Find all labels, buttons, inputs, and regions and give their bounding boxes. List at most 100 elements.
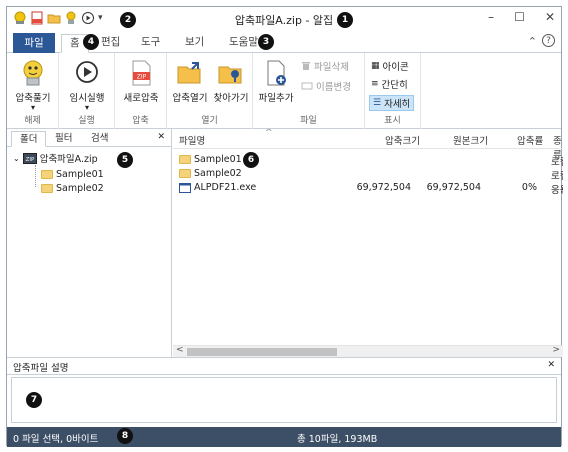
file-list-header: 파일명 ^ 압축크기 원본크기 압축률 종류: [173, 129, 563, 161]
grid-icon: ▦: [371, 61, 380, 71]
tab-tools[interactable]: 도구: [133, 34, 168, 53]
tree-label-root: 압축파일A.zip: [39, 154, 98, 165]
marker-4: 4: [83, 34, 99, 50]
extract-dropdown-icon[interactable]: ▾: [11, 104, 55, 112]
group-name-compress: 압축: [132, 116, 149, 126]
rename-icon: [301, 82, 313, 90]
tree-item-sample01[interactable]: Sample01: [41, 167, 104, 181]
tab-folder[interactable]: 폴더: [11, 131, 47, 147]
file-type: 로컬: [551, 171, 563, 182]
add-file-button[interactable]: 파일추가: [255, 59, 297, 104]
tab-view[interactable]: 보기: [177, 34, 212, 53]
scrollbar-thumb[interactable]: [187, 348, 337, 356]
file-original-size: 69,972,504: [426, 182, 481, 193]
maximize-button[interactable]: ☐: [514, 10, 525, 24]
tab-search[interactable]: 검색: [83, 131, 116, 147]
delete-file-label: 파일삭제: [314, 62, 349, 73]
marker-7: 7: [26, 392, 42, 408]
app-window: ▾ 압축파일A.zip - 알집 – ☐ ✕ 파일 홈 편집 도구 보기 도움말…: [6, 6, 563, 447]
group-name-view: 표시: [384, 116, 401, 126]
tab-filter[interactable]: 필터: [47, 131, 80, 147]
play-big-icon: [73, 59, 101, 87]
ribbon-group-file: 파일추가 파일삭제 이름변경 파일: [253, 53, 365, 129]
group-name-file: 파일: [300, 116, 317, 126]
scroll-right-arrow[interactable]: >: [552, 345, 560, 355]
column-header-original[interactable]: 원본크기: [453, 133, 488, 147]
folder-icon: [179, 155, 191, 164]
group-name-open: 열기: [201, 116, 218, 126]
tree-item-sample02[interactable]: Sample02: [41, 181, 104, 195]
ribbon-group-view: ▦ 아이콘 ≡ 간단히 ☰ 자세히 표시: [365, 53, 421, 129]
status-total: 총 10파일, 193MB: [297, 434, 378, 445]
list-icon: ≡: [371, 79, 379, 89]
folder-icon: [41, 183, 53, 193]
marker-1: 1: [337, 12, 353, 28]
file-row[interactable]: Sample01 로컬: [173, 153, 563, 168]
help-icon[interactable]: ?: [542, 34, 555, 47]
minimize-button[interactable]: –: [488, 10, 494, 24]
simple-view-label: 간단히: [381, 80, 408, 91]
marker-8: 8: [117, 428, 133, 444]
left-panel-tabs: 폴더 필터 검색 ✕: [7, 129, 171, 147]
description-header: 압축파일 설명 ✕: [7, 357, 561, 375]
extract-label: 압축풀기: [15, 93, 51, 104]
add-file-big-icon: [262, 59, 290, 87]
description-close-icon[interactable]: ✕: [547, 360, 555, 370]
new-compress-button[interactable]: ZIP 새로압축: [119, 59, 163, 104]
go-to-location-big-icon: [217, 59, 245, 87]
file-ratio: 0%: [521, 182, 537, 193]
zip-archive-icon: ZIP: [22, 152, 37, 164]
folder-icon: [41, 169, 53, 179]
horizontal-scrollbar[interactable]: < >: [173, 345, 563, 357]
folder-icon: [179, 169, 191, 178]
description-textarea[interactable]: [11, 377, 557, 423]
exe-icon: [179, 182, 191, 193]
simple-view-button[interactable]: ≡ 간단히: [371, 77, 408, 91]
left-panel-close-icon[interactable]: ✕: [157, 132, 165, 142]
marker-5: 5: [117, 152, 133, 168]
zip-icon-text: ZIP: [137, 74, 147, 81]
close-button[interactable]: ✕: [545, 10, 555, 24]
file-name: Sample02: [194, 168, 242, 179]
expand-chevron-icon[interactable]: ⌄: [13, 154, 20, 163]
file-row[interactable]: Sample02 로컬: [173, 167, 563, 182]
detail-view-button[interactable]: ☰ 자세히: [369, 95, 415, 111]
add-file-label: 파일추가: [258, 93, 294, 104]
rename-button[interactable]: 이름변경: [301, 79, 351, 93]
column-header-name[interactable]: 파일명: [179, 133, 205, 147]
temp-run-dropdown-icon[interactable]: ▾: [63, 104, 111, 112]
ribbon-group-open: 압축열기 찾아가기 열기: [167, 53, 253, 129]
extract-button[interactable]: 압축풀기 ▾: [11, 59, 55, 112]
column-header-packed[interactable]: 압축크기: [385, 133, 420, 147]
title-bar: ▾ 압축파일A.zip - 알집 – ☐ ✕: [7, 7, 561, 31]
description-title: 압축파일 설명: [13, 363, 69, 374]
tree-guide-line: [35, 165, 36, 187]
open-archive-button[interactable]: 압축열기: [169, 59, 211, 104]
ribbon-group-release: 압축풀기 ▾ 해제: [7, 53, 59, 129]
open-archive-big-icon: [176, 59, 204, 87]
sort-ascending-icon: ^: [265, 129, 273, 138]
file-name: Sample01: [194, 154, 242, 165]
group-name-run: 실행: [78, 116, 95, 126]
details-icon: ☰: [373, 98, 382, 108]
detail-view-label: 자세히: [384, 99, 411, 110]
column-header-ratio[interactable]: 압축률: [517, 133, 543, 147]
delete-file-button[interactable]: 파일삭제: [301, 59, 349, 73]
extract-big-icon: [19, 59, 47, 87]
file-name: ALPDF21.exe: [194, 182, 257, 193]
collapse-ribbon-icon[interactable]: ⌃: [528, 35, 537, 48]
zip-big-icon: ZIP: [127, 59, 155, 87]
tree-item-root[interactable]: ⌄ ZIP 압축파일A.zip: [13, 151, 98, 165]
status-bar: 0 파일 선택, 0바이트 총 10파일, 193MB: [7, 427, 561, 447]
group-name-release: 해제: [24, 116, 41, 126]
tree-zip-icon-text: ZIP: [25, 157, 34, 163]
icon-view-label: 아이콘: [382, 62, 409, 73]
tree-label-sample01: Sample01: [56, 168, 104, 180]
temp-run-label: 임시실행: [69, 93, 105, 104]
go-to-location-button[interactable]: 찾아가기: [211, 59, 251, 104]
temp-run-button[interactable]: 임시실행 ▾: [63, 59, 111, 112]
icon-view-button[interactable]: ▦ 아이콘: [371, 59, 409, 73]
tab-file[interactable]: 파일: [13, 33, 55, 53]
file-row[interactable]: ALPDF21.exe 69,972,504 69,972,504 0% 응용: [173, 181, 563, 196]
scroll-left-arrow[interactable]: <: [176, 345, 184, 355]
